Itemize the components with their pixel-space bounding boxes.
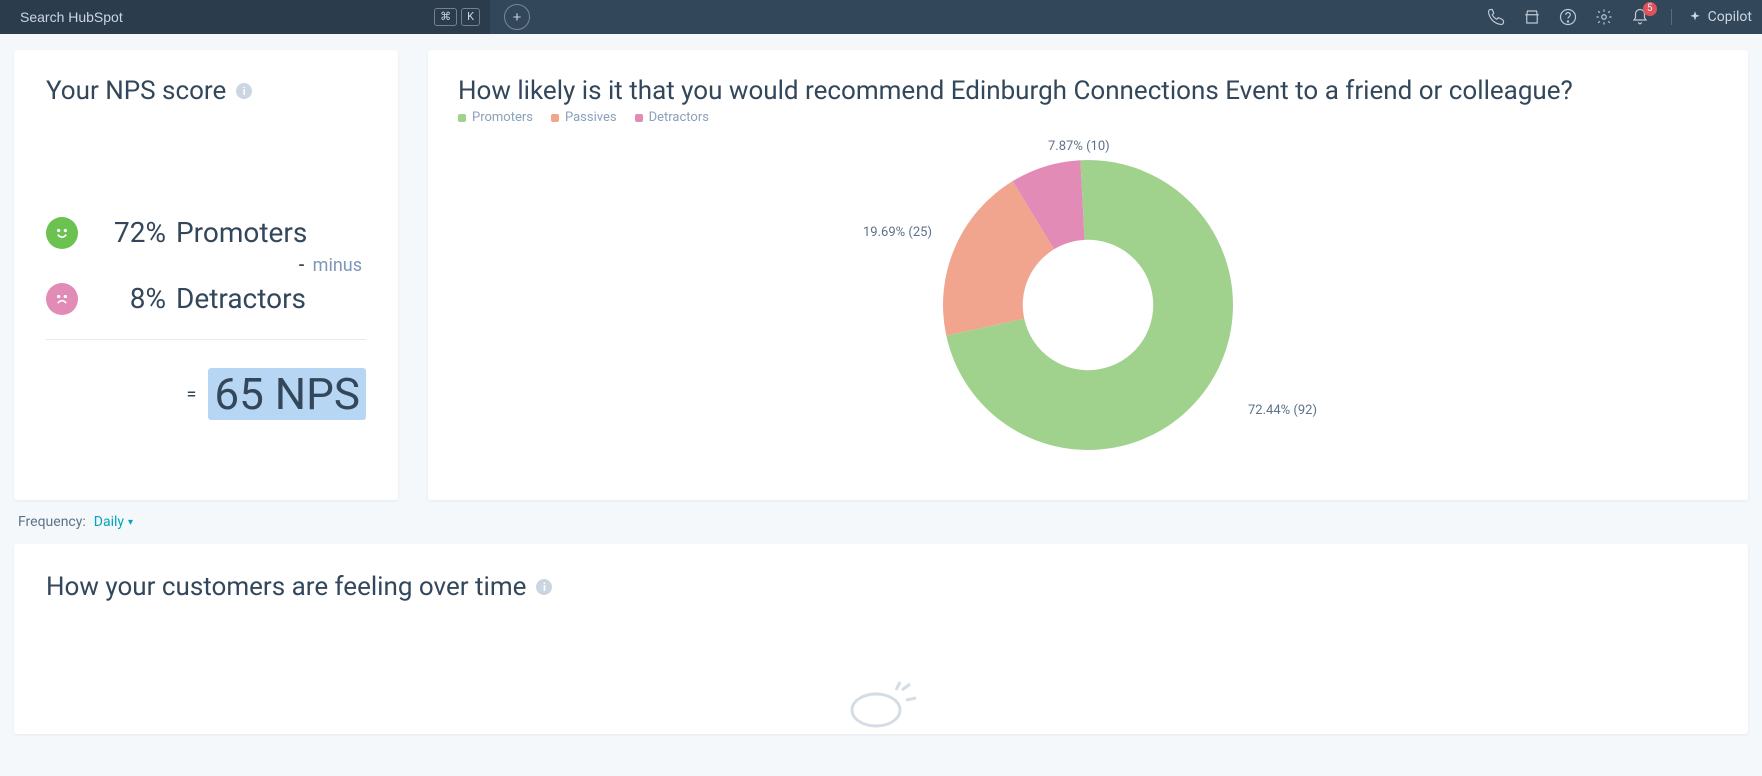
smile-icon	[46, 217, 78, 249]
minus-word: minus	[313, 255, 362, 276]
detractors-pct: 8%	[96, 282, 166, 315]
topbar: ⌘ K + 5 Copilot	[0, 0, 1762, 34]
info-icon[interactable]: i	[536, 579, 552, 595]
over-time-title: How your customers are feeling over time	[46, 572, 526, 602]
nps-breakdown: 72% Promoters - minus 8% Detractors =	[46, 216, 366, 420]
plus-icon: +	[513, 9, 522, 26]
notifications-icon[interactable]: 5	[1631, 8, 1649, 26]
promoters-pct: 72%	[96, 216, 166, 249]
nps-divider	[46, 339, 366, 340]
legend-detractors: Detractors	[635, 110, 709, 125]
page-body: Your NPS score i 72% Promoters - minus	[0, 34, 1762, 774]
legend-detractors-label: Detractors	[649, 110, 709, 125]
info-icon[interactable]: i	[236, 83, 252, 99]
chart-label-promoters: 72.44% (92)	[1248, 403, 1317, 418]
over-time-title-row: How your customers are feeling over time…	[46, 572, 1716, 602]
chart-title: How likely is it that you would recommen…	[458, 76, 1718, 106]
chart-card: How likely is it that you would recommen…	[428, 50, 1748, 500]
topbar-right: 5 Copilot	[1487, 8, 1752, 26]
notification-badge: 5	[1643, 2, 1657, 16]
nps-card-title-row: Your NPS score i	[46, 76, 366, 106]
swatch-promoters	[458, 114, 466, 122]
frequency-label: Frequency:	[18, 514, 86, 530]
create-button[interactable]: +	[504, 4, 530, 30]
search-shortcut: ⌘ K	[434, 8, 480, 26]
swatch-detractors	[635, 114, 643, 122]
frequency-select[interactable]: Daily ▾	[94, 514, 133, 530]
marketplace-icon[interactable]	[1523, 8, 1541, 26]
nps-promoters-row: 72% Promoters	[46, 216, 366, 249]
gear-icon[interactable]	[1595, 8, 1613, 26]
legend-passives: Passives	[551, 110, 617, 125]
nps-score: 65 NPS	[208, 368, 366, 420]
chart-label-passives: 19.69% (25)	[863, 225, 932, 240]
equals-sign: =	[186, 384, 196, 405]
help-icon[interactable]	[1559, 8, 1577, 26]
legend-promoters-label: Promoters	[472, 110, 533, 125]
legend-promoters: Promoters	[458, 110, 533, 125]
nps-minus-row: - minus	[46, 255, 366, 276]
over-time-card: How your customers are feeling over time…	[14, 544, 1748, 734]
frown-icon	[46, 283, 78, 315]
search-input[interactable]	[18, 8, 424, 26]
copilot-button[interactable]: Copilot	[1671, 9, 1752, 25]
phone-icon[interactable]	[1487, 8, 1505, 26]
top-row: Your NPS score i 72% Promoters - minus	[14, 50, 1748, 500]
sparkle-icon	[1688, 10, 1702, 24]
chevron-down-icon: ▾	[128, 517, 133, 528]
donut-wrap: 7.87% (10) 19.69% (25) 72.44% (92)	[458, 125, 1718, 485]
detractors-label: Detractors	[176, 282, 366, 315]
frequency-value: Daily	[94, 514, 124, 530]
chart-label-detractors: 7.87% (10)	[1048, 139, 1110, 154]
promoters-label: Promoters	[176, 216, 366, 249]
chart-legend: Promoters Passives Detractors	[458, 110, 1718, 125]
minus-sign: -	[299, 255, 305, 276]
nps-card-title: Your NPS score	[46, 76, 226, 106]
donut-chart	[938, 155, 1238, 455]
legend-passives-label: Passives	[565, 110, 617, 125]
swatch-passives	[551, 114, 559, 122]
kbd-k: K	[461, 8, 480, 26]
copilot-label: Copilot	[1708, 9, 1752, 25]
frequency-row: Frequency: Daily ▾	[18, 514, 1748, 530]
nps-card: Your NPS score i 72% Promoters - minus	[14, 50, 398, 500]
empty-state-illustration	[836, 680, 926, 730]
nps-result-row: = 65 NPS	[46, 368, 366, 420]
search-wrap[interactable]: ⌘ K	[0, 0, 490, 34]
nps-detractors-row: 8% Detractors	[46, 282, 366, 315]
kbd-cmd: ⌘	[434, 8, 457, 26]
